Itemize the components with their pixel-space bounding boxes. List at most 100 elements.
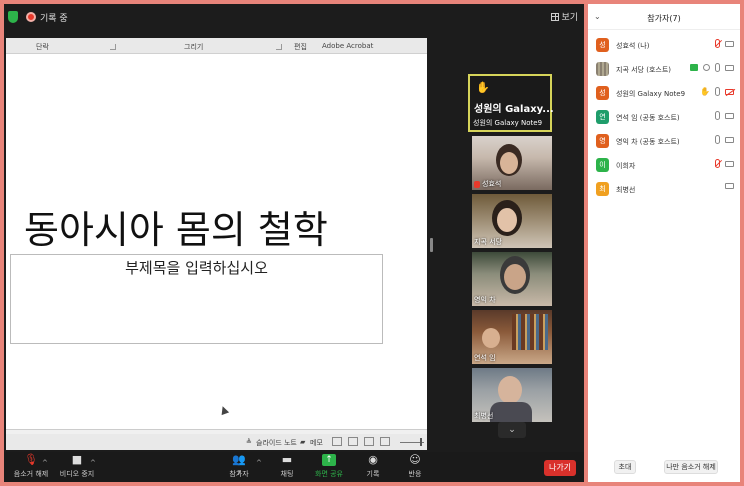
meeting-top-bar: 기록 중 보기 <box>4 4 584 30</box>
video-tile[interactable]: 연석 임 <box>472 310 552 364</box>
tile-name: 영익 차 <box>474 296 496 304</box>
subtitle-placeholder-text: 부제목을 입력하십시오 <box>125 259 268 277</box>
participant-row[interactable]: 성 성효석 (나) <box>588 34 740 56</box>
ribbon-expand-icon[interactable] <box>276 44 282 50</box>
participant-row[interactable]: 성 성원의 Galaxy Note9 ✋ <box>588 82 740 104</box>
bookshelf-background <box>512 314 548 350</box>
chat-icon: ▬ <box>281 453 293 466</box>
mic-muted-icon <box>715 39 720 48</box>
comment-icon: ▰ <box>300 438 306 446</box>
participant-row[interactable]: 지곡 서당 (호스트) <box>588 58 740 80</box>
tile-name: 성효석 <box>482 180 502 188</box>
video-tile[interactable]: 지곡 서당 <box>472 194 552 248</box>
ribbon-group-paragraph[interactable]: 단락 <box>36 42 49 52</box>
mic-icon <box>715 63 720 72</box>
video-options-caret-icon[interactable]: ^ <box>90 459 96 467</box>
video-camera-icon <box>725 183 734 189</box>
person-face-icon <box>498 376 522 404</box>
share-screen-button[interactable]: ↑ 화면 공유 <box>304 454 354 479</box>
unmute-me-button[interactable]: 나만 음소거 해제 <box>664 460 718 474</box>
reading-view-icon[interactable] <box>364 437 374 446</box>
participant-row[interactable]: 영 영익 차 (공동 호스트) <box>588 130 740 152</box>
person-face-icon <box>497 208 517 232</box>
slide-sorter-icon[interactable] <box>348 437 358 446</box>
ribbon-group-acrobat[interactable]: Adobe Acrobat <box>322 42 373 50</box>
reactions-label: 반응 <box>408 470 422 478</box>
slideshow-icon[interactable] <box>380 437 390 446</box>
audio-options-caret-icon[interactable]: ^ <box>42 459 48 467</box>
ribbon-expand-icon[interactable] <box>110 44 116 50</box>
slide-canvas[interactable]: 동아시아 몸의 철학 부제목을 입력하십시오 <box>6 54 427 430</box>
recording-label: 기록 중 <box>40 14 68 24</box>
ribbon-group-editing[interactable]: 편집 <box>294 42 307 52</box>
avatar: 연 <box>596 110 609 124</box>
avatar: 최 <box>596 182 609 196</box>
video-camera-icon <box>725 160 734 167</box>
unmute-button[interactable]: 🎙 음소거 해제 <box>6 454 56 479</box>
participants-caret-icon[interactable]: ^ <box>256 459 262 467</box>
participant-name: 이희자 <box>616 162 636 170</box>
reactions-button[interactable]: ☺ 반응 <box>390 454 440 479</box>
security-shield-icon[interactable] <box>8 11 18 23</box>
video-camera-icon: ■ <box>71 453 83 466</box>
mic-icon <box>715 135 720 144</box>
mic-icon <box>715 87 720 96</box>
participant-row[interactable]: 이 이희자 <box>588 154 740 176</box>
participants-panel-header: ⌄ 참가자(7) <box>588 4 740 30</box>
split-handle[interactable] <box>430 238 433 252</box>
person-face-icon <box>482 328 500 348</box>
ribbon-group-drawing[interactable]: 그리기 <box>184 42 203 52</box>
chevron-down-icon: ⌄ <box>508 425 516 435</box>
video-tile[interactable]: 최병선 <box>472 368 552 422</box>
person-body-icon <box>490 402 532 422</box>
memo-button[interactable]: 메모 <box>310 438 323 448</box>
normal-view-icon[interactable] <box>332 437 342 446</box>
active-speaker-tile[interactable]: ✋ 성원의 Galaxy... 성원의 Galaxy Note9 <box>468 74 554 132</box>
video-tile[interactable]: 영익 차 <box>472 252 552 306</box>
avatar: 성 <box>596 86 609 100</box>
reaction-icon: ☺ <box>409 453 421 466</box>
person-face-icon <box>504 264 526 290</box>
powerpoint-ribbon: 단락 그리기 편집 Adobe Acrobat <box>6 38 427 54</box>
participant-name: 성원의 Galaxy Note9 <box>616 90 686 98</box>
slide-notes-button[interactable]: 슬라이드 노트 <box>256 438 297 448</box>
participants-label: 참가자 <box>229 470 249 478</box>
video-tile[interactable]: 성효석 <box>472 136 552 190</box>
participant-name: 성효석 (나) <box>616 42 650 50</box>
notes-icon: ≜ <box>246 438 252 446</box>
subtitle-placeholder-box[interactable]: 부제목을 입력하십시오 <box>10 254 383 344</box>
video-camera-icon <box>725 40 734 47</box>
view-button[interactable]: 보기 <box>551 10 578 23</box>
avatar: 영 <box>596 134 609 148</box>
raised-hand-icon: ✋ <box>476 81 490 94</box>
powerpoint-status-bar: ≜ 슬라이드 노트 ▰ 메모 <box>6 434 427 450</box>
mic-muted-icon <box>715 159 720 168</box>
invite-button[interactable]: 초대 <box>614 460 636 474</box>
zoom-meeting-window: 기록 중 보기 단락 그리기 편집 Adobe Acrobat 동아시아 몸의 … <box>4 4 584 482</box>
grid-view-icon <box>551 12 560 21</box>
share-screen-label: 화면 공유 <box>315 470 343 478</box>
mic-icon <box>715 111 720 120</box>
stop-video-label: 비디오 중지 <box>59 470 95 478</box>
video-camera-icon <box>725 112 734 119</box>
participants-panel-footer: 초대 나만 음소거 해제 <box>588 456 740 478</box>
record-icon <box>703 64 710 71</box>
window-frame: 기록 중 보기 단락 그리기 편집 Adobe Acrobat 동아시아 몸의 … <box>0 0 744 486</box>
avatar: 이 <box>596 158 609 172</box>
video-camera-icon <box>725 136 734 143</box>
participant-name: 영익 차 (공동 호스트) <box>616 138 680 146</box>
video-off-icon <box>725 88 734 95</box>
view-mode-buttons <box>332 437 390 446</box>
participant-name: 지곡 서당 (호스트) <box>616 66 671 74</box>
participant-row[interactable]: 연 연석 임 (공동 호스트) <box>588 106 740 128</box>
tile-name-small: 성원의 Galaxy Note9 <box>473 119 543 127</box>
leave-button[interactable]: 나가기 <box>544 460 576 476</box>
zoom-slider-thumb[interactable] <box>420 438 422 446</box>
slide-title[interactable]: 동아시아 몸의 철학 <box>24 199 328 254</box>
tile-name: 연석 임 <box>474 354 496 362</box>
scroll-tiles-down-button[interactable]: ⌄ <box>498 422 526 438</box>
meeting-toolbar: 🎙 음소거 해제 ^ ■ 비디오 중지 ^ 👥7 참가자 ^ ▬ 채팅 ↑ 화면… <box>4 452 584 482</box>
avatar: 성 <box>596 38 609 52</box>
mouse-cursor-icon <box>218 404 230 416</box>
participant-row[interactable]: 최 최병선 <box>588 178 740 200</box>
